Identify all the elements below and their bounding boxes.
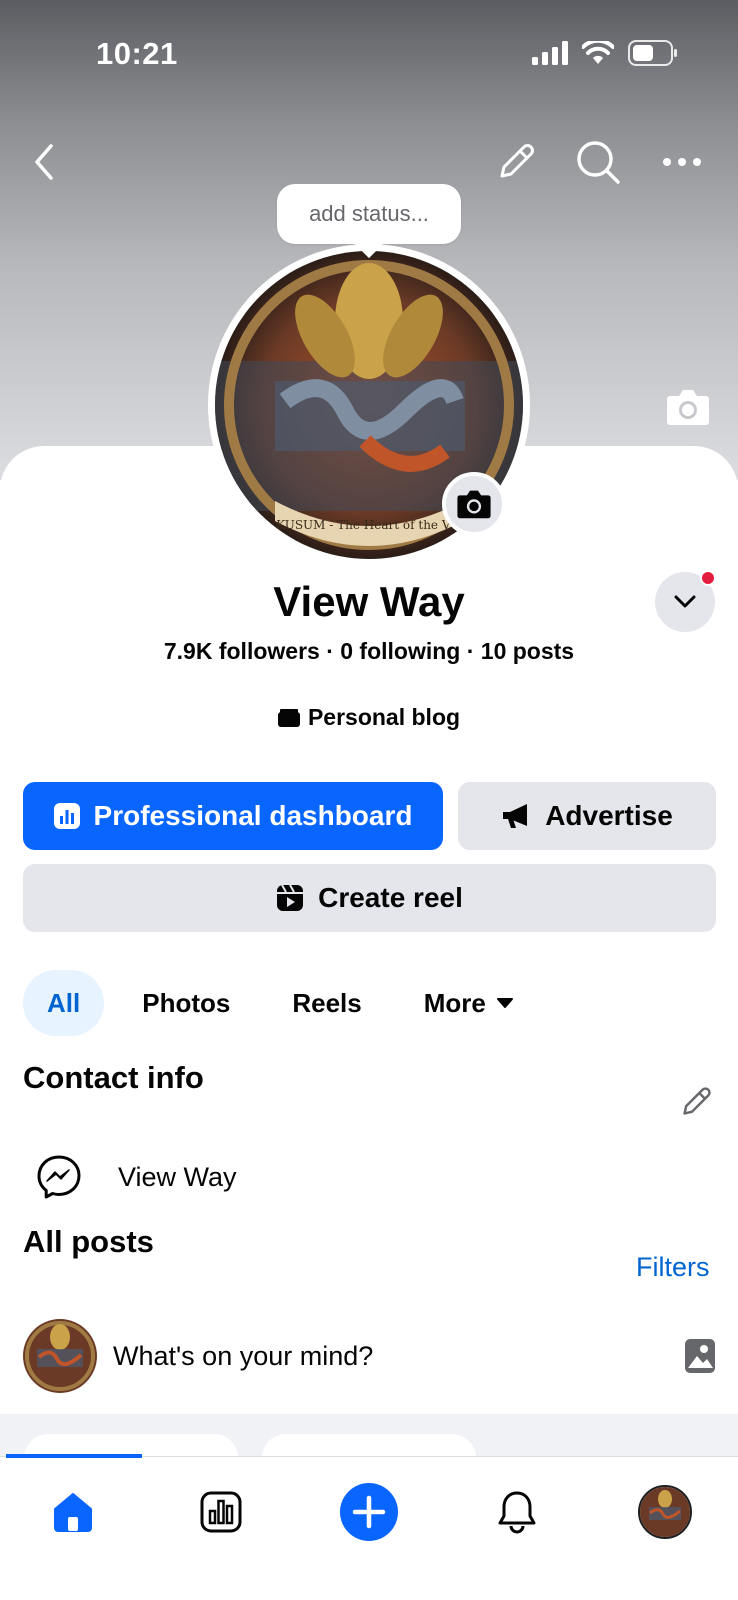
create-reel-button[interactable]: Create reel — [23, 864, 716, 932]
avatar-text: KUSUM - The Heart of the Vill — [276, 518, 462, 532]
camera-icon — [667, 390, 709, 425]
status-bar: 10:21 — [0, 0, 738, 110]
advertise-button[interactable]: Advertise — [458, 782, 716, 850]
chevron-down-icon — [674, 595, 696, 608]
photo-icon[interactable] — [684, 1338, 716, 1374]
contact-messenger-row[interactable]: View Way — [36, 1154, 237, 1200]
search-icon — [577, 141, 620, 184]
tab-all-label: All — [47, 987, 81, 1018]
pencil-icon — [683, 1087, 711, 1115]
advertise-label: Advertise — [545, 800, 673, 831]
composer-placeholder: What's on your mind? — [113, 1340, 374, 1371]
home-icon — [54, 1493, 92, 1532]
search-button[interactable] — [570, 134, 626, 190]
reel-icon — [277, 884, 304, 911]
caret-down-icon — [496, 998, 513, 1008]
nav-profile-avatar — [638, 1485, 692, 1539]
nav-create[interactable] — [334, 1477, 404, 1547]
cellular-signal-icon — [532, 41, 568, 65]
tab-photos[interactable]: Photos — [118, 970, 254, 1036]
wifi-icon — [582, 41, 614, 64]
professional-dashboard-button[interactable]: Professional dashboard — [23, 782, 443, 850]
nav-dashboard[interactable] — [186, 1477, 256, 1547]
add-status-bubble[interactable]: add status... — [277, 184, 461, 244]
nav-notifications[interactable] — [482, 1477, 552, 1547]
tab-more-label: More — [423, 987, 486, 1018]
edit-profile-picture-button[interactable] — [442, 472, 506, 536]
tab-photos-label: Photos — [142, 987, 231, 1018]
contact-info-title: Contact info — [23, 1060, 204, 1095]
profile-category: Personal blog — [0, 704, 738, 731]
post-composer[interactable]: What's on your mind? — [23, 1318, 716, 1394]
bottom-navigation — [0, 1454, 738, 1600]
notification-dot — [700, 570, 716, 586]
edit-contact-info-button[interactable] — [678, 1084, 714, 1125]
professional-dashboard-label: Professional dashboard — [93, 800, 413, 831]
nav-home[interactable] — [38, 1477, 108, 1547]
nav-profile[interactable] — [630, 1477, 700, 1547]
pencil-icon — [500, 144, 534, 178]
messenger-icon — [37, 1155, 81, 1199]
add-status-label: add status... — [309, 201, 429, 226]
filters-link[interactable]: Filters — [636, 1252, 710, 1283]
all-posts-title: All posts — [23, 1224, 154, 1259]
clock: 10:21 — [96, 36, 178, 71]
more-options-button[interactable] — [654, 134, 710, 190]
dashboard-icon — [200, 1491, 242, 1533]
dashboard-chart-icon — [53, 803, 80, 829]
active-tab-indicator — [6, 1454, 142, 1458]
profile-name: View Way — [273, 578, 465, 625]
profile-tabs: All Photos Reels More — [23, 970, 552, 1036]
clapperboard-icon — [277, 708, 300, 727]
category-label: Personal blog — [307, 704, 461, 730]
tab-more[interactable]: More — [400, 970, 538, 1036]
bell-icon — [498, 1491, 536, 1534]
create-reel-label: Create reel — [318, 882, 463, 913]
plus-icon — [340, 1483, 398, 1541]
composer-avatar — [23, 1319, 97, 1393]
chevron-left-icon — [35, 144, 53, 180]
camera-icon — [457, 490, 491, 519]
megaphone-icon — [503, 804, 528, 828]
edit-cover-photo-button[interactable] — [666, 388, 710, 431]
battery-icon — [628, 40, 677, 66]
more-horizontal-icon — [663, 158, 701, 166]
tab-reels[interactable]: Reels — [268, 970, 385, 1036]
tab-reels-label: Reels — [292, 987, 362, 1018]
tab-all[interactable]: All — [23, 970, 105, 1036]
system-icons — [532, 40, 678, 66]
profile-stats[interactable]: 7.9K followers · 0 following · 10 posts — [0, 638, 738, 665]
back-button[interactable] — [16, 134, 72, 190]
messenger-name: View Way — [118, 1161, 237, 1192]
edit-profile-button[interactable] — [488, 134, 544, 190]
